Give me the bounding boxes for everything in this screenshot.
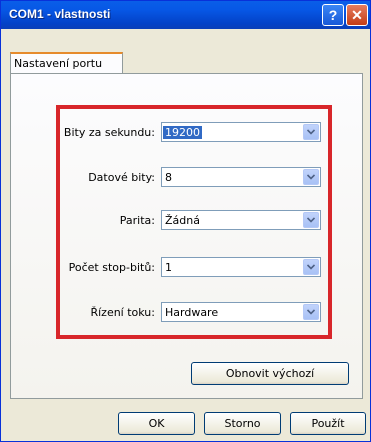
help-button[interactable]: ? bbox=[322, 4, 344, 26]
highlight-frame bbox=[56, 105, 332, 339]
restore-defaults-button[interactable]: Obnovit výchozí bbox=[191, 362, 349, 385]
apply-button[interactable]: Použít bbox=[290, 412, 366, 435]
ok-button[interactable]: OK bbox=[118, 412, 195, 435]
help-icon: ? bbox=[328, 7, 338, 23]
tab-port-settings[interactable]: Nastavení portu bbox=[10, 52, 123, 74]
properties-dialog: COM1 - vlastnosti ? ✕ Nastavení portu Bi… bbox=[0, 0, 371, 442]
window-title: COM1 - vlastnosti bbox=[9, 7, 111, 21]
close-icon: ✕ bbox=[351, 6, 363, 23]
cancel-button[interactable]: Storno bbox=[204, 412, 281, 435]
title-bar[interactable]: COM1 - vlastnosti ? ✕ bbox=[1, 1, 370, 29]
close-button[interactable]: ✕ bbox=[346, 4, 368, 26]
